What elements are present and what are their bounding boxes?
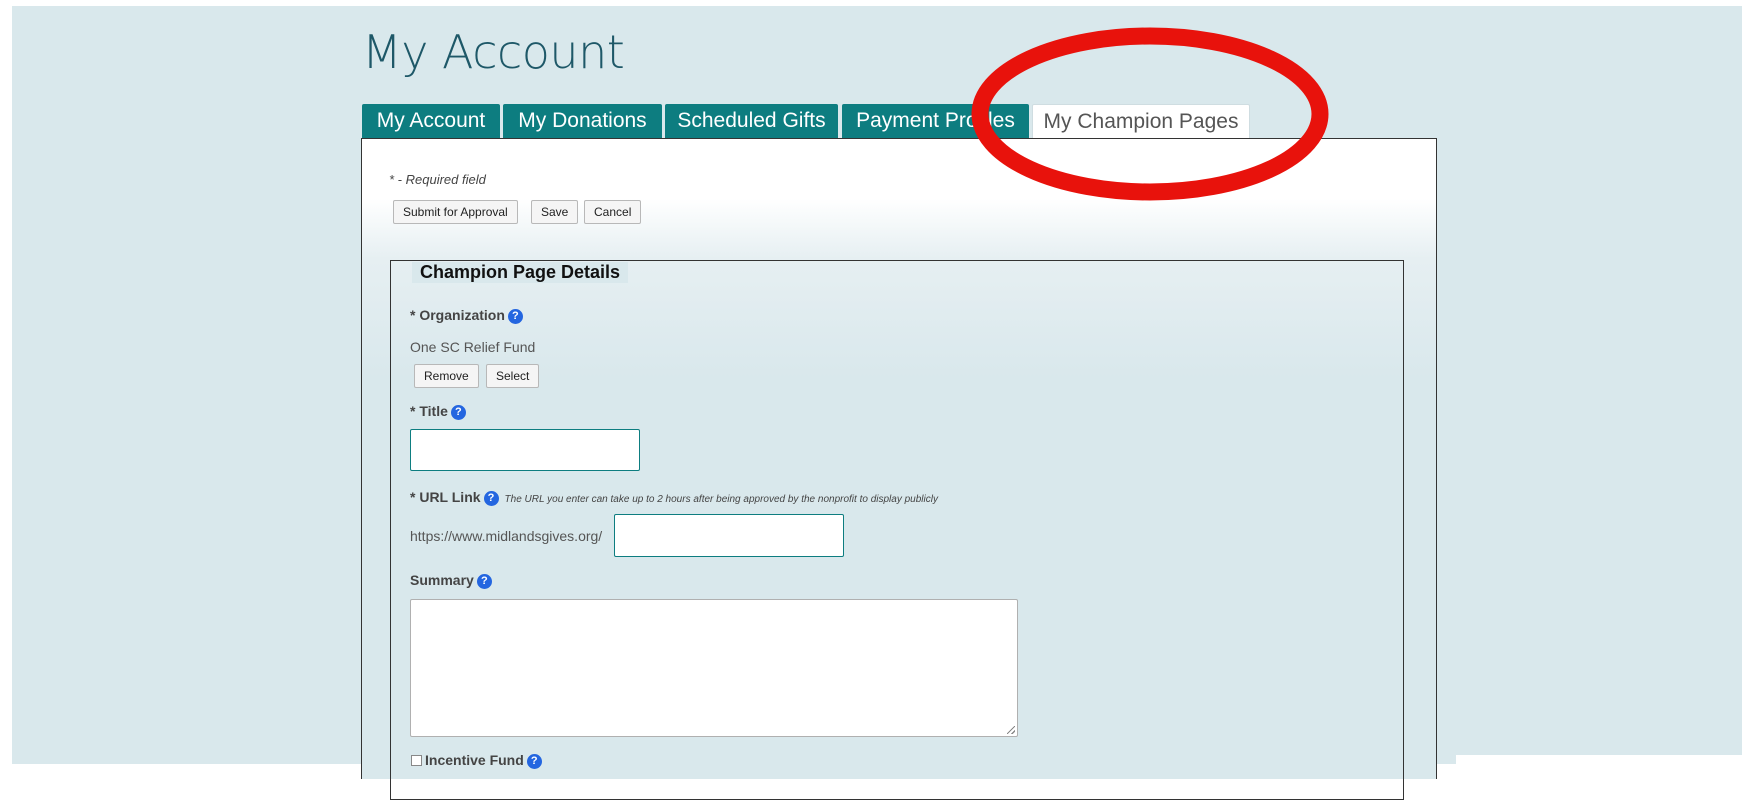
- organization-label: * Organization?: [410, 307, 523, 324]
- overlay-corner: [1456, 755, 1742, 764]
- remove-organization-button[interactable]: Remove: [414, 364, 479, 388]
- tab-my-account[interactable]: My Account: [362, 104, 500, 138]
- page-title: My Account: [362, 25, 625, 79]
- save-button[interactable]: Save: [531, 200, 579, 224]
- required-field-note: * - Required field: [389, 172, 486, 187]
- submit-for-approval-button[interactable]: Submit for Approval: [393, 200, 518, 224]
- section-title: Champion Page Details: [412, 262, 629, 283]
- help-icon[interactable]: ?: [476, 574, 492, 589]
- url-link-label-text: * URL Link: [410, 489, 481, 505]
- summary-label-text: Summary: [410, 572, 474, 588]
- title-label: * Title?: [410, 403, 466, 420]
- help-icon[interactable]: ?: [526, 754, 542, 769]
- tab-my-donations[interactable]: My Donations: [503, 104, 662, 138]
- select-organization-button[interactable]: Select: [486, 364, 540, 388]
- tab-payment-profiles[interactable]: Payment Profiles: [842, 104, 1029, 138]
- url-link-label: * URL Link? The URL you enter can take up…: [410, 489, 938, 506]
- summary-label: Summary?: [410, 572, 492, 589]
- url-prefix: https://www.midlandsgives.org/: [410, 528, 603, 544]
- help-icon[interactable]: ?: [507, 309, 523, 324]
- incentive-fund-label-text: Incentive Fund: [425, 752, 524, 768]
- help-icon[interactable]: ?: [450, 405, 466, 420]
- tab-scheduled-gifts[interactable]: Scheduled Gifts: [665, 104, 838, 138]
- title-input[interactable]: [410, 429, 640, 471]
- organization-value: One SC Relief Fund: [410, 339, 536, 355]
- url-link-input[interactable]: [614, 514, 844, 557]
- organization-label-text: * Organization: [410, 307, 505, 323]
- cancel-button[interactable]: Cancel: [584, 200, 642, 224]
- incentive-fund-label: Incentive Fund?: [425, 752, 542, 769]
- url-link-hint: The URL you enter can take up to 2 hours…: [504, 494, 938, 505]
- summary-textarea[interactable]: [410, 599, 1018, 737]
- incentive-fund-checkbox[interactable]: [411, 755, 422, 766]
- help-icon[interactable]: ?: [483, 491, 499, 506]
- tab-my-champion-pages[interactable]: My Champion Pages: [1032, 104, 1250, 140]
- title-label-text: * Title: [410, 403, 448, 419]
- resize-handle[interactable]: [1007, 726, 1015, 734]
